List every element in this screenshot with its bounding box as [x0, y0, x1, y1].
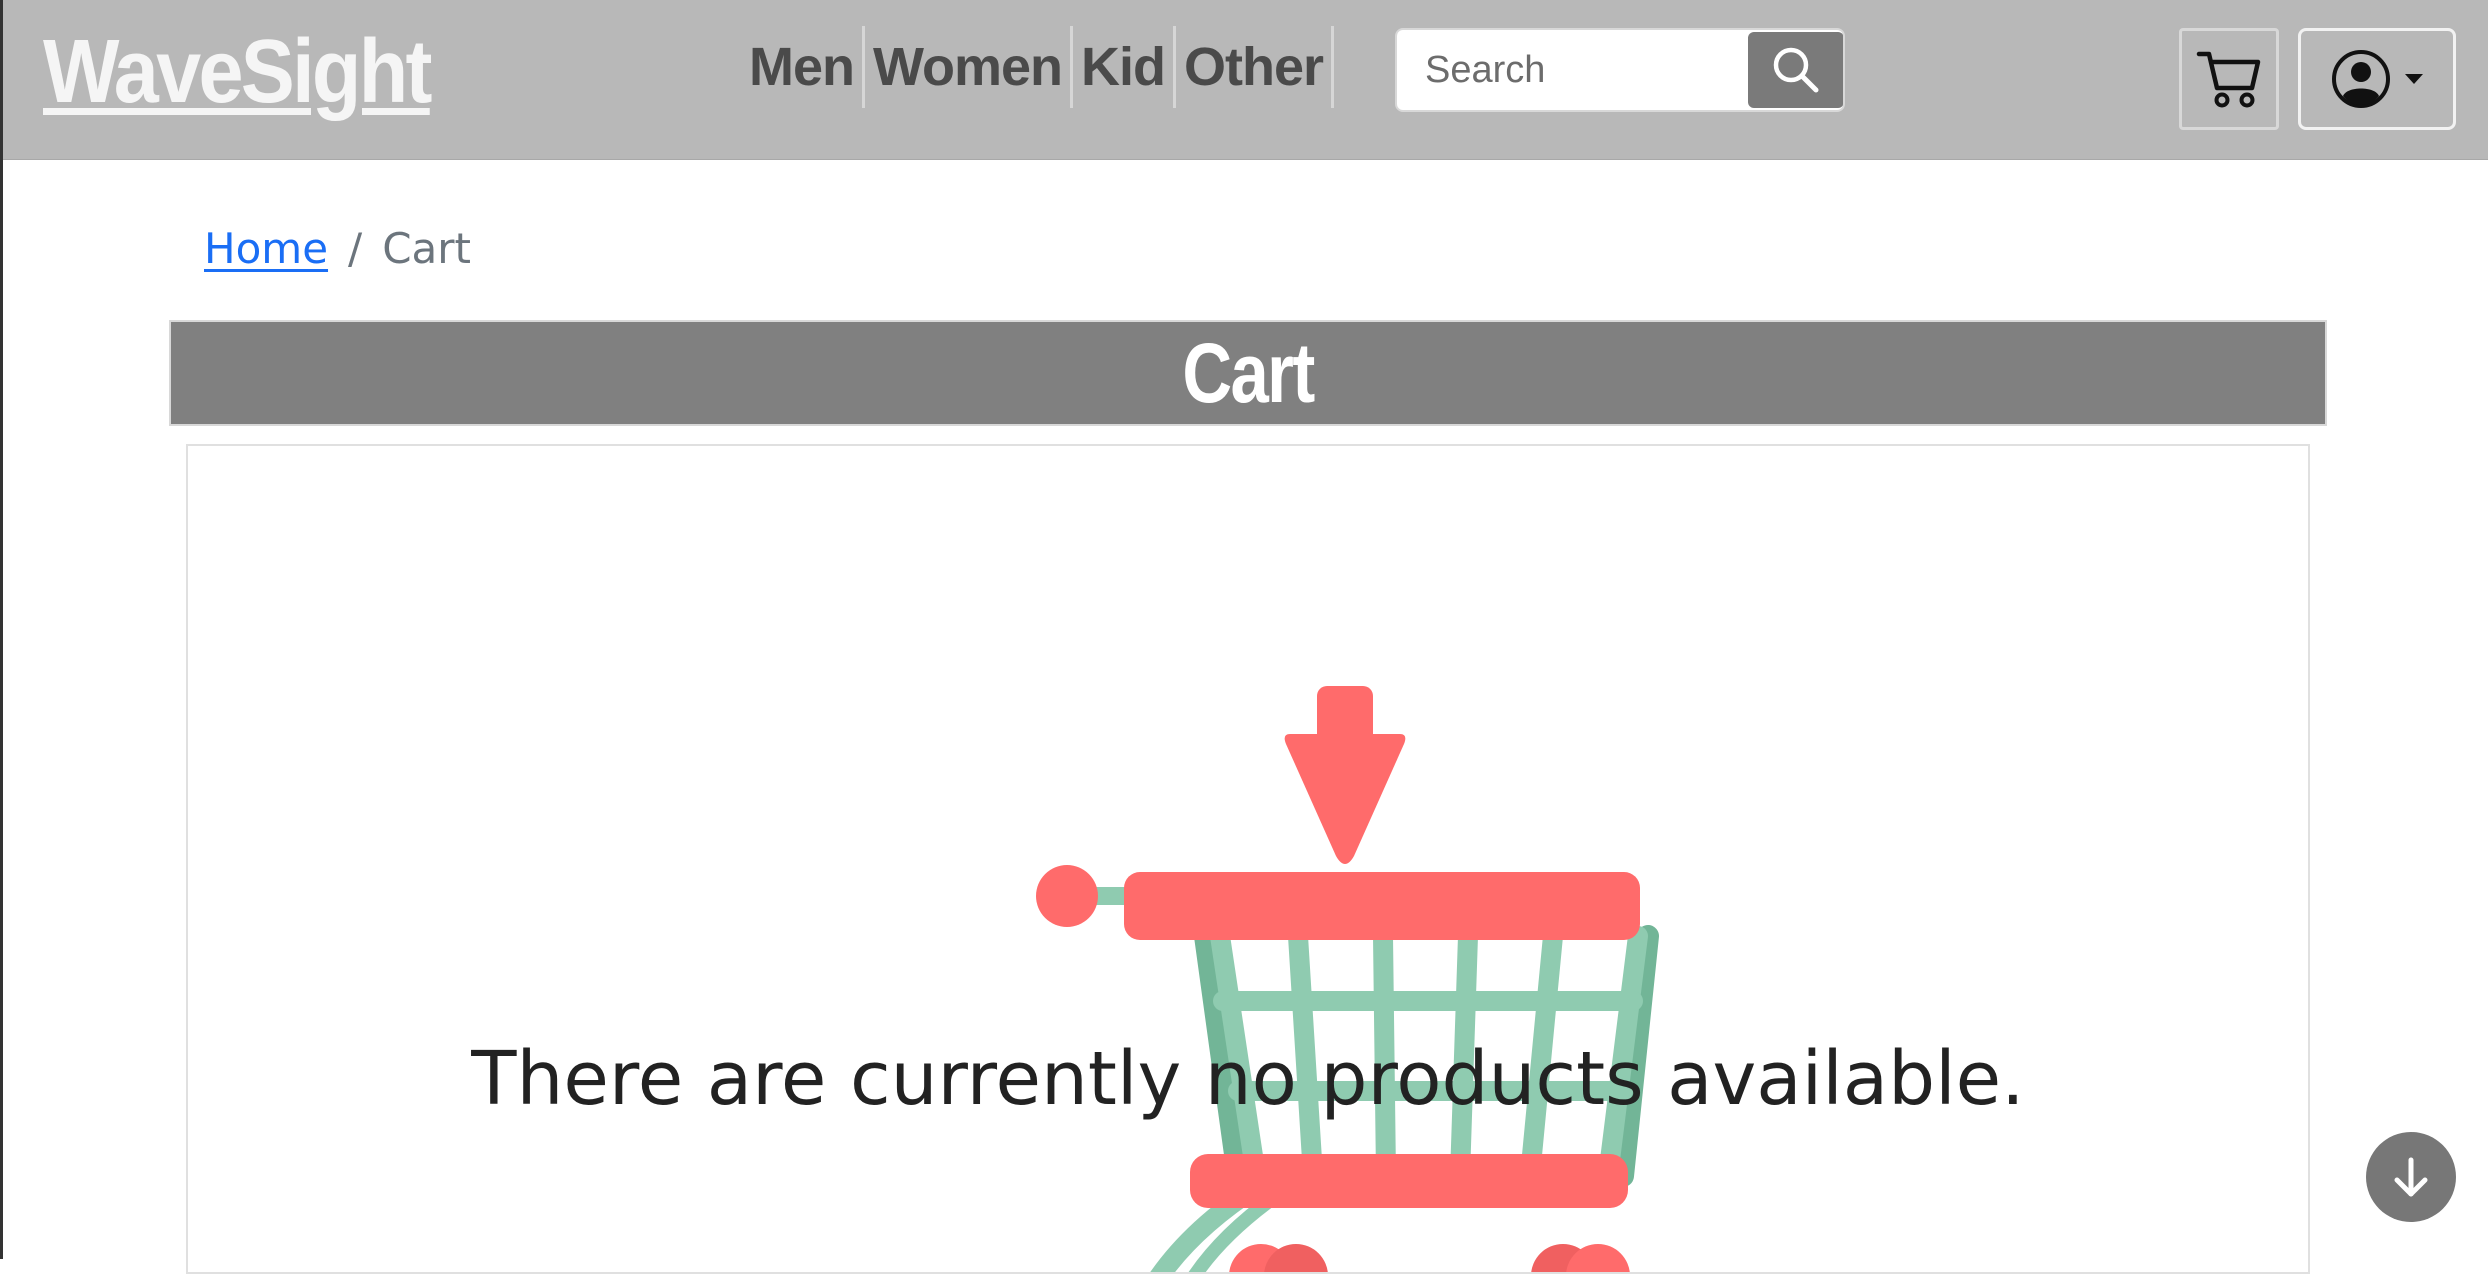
nav-item-men[interactable]: Men [741, 24, 862, 110]
empty-cart-illustration [1036, 686, 1659, 1272]
nav-divider [1331, 26, 1335, 108]
empty-cart-message: There are currently no products availabl… [471, 1036, 2025, 1122]
nav-item-other[interactable]: Other [1176, 24, 1331, 110]
breadcrumb-separator: / [348, 223, 363, 273]
breadcrumb-current: Cart [382, 223, 471, 273]
cart-button[interactable] [2179, 28, 2279, 130]
user-menu-button[interactable] [2298, 28, 2456, 130]
breadcrumb: Home / Cart [204, 218, 471, 278]
arrow-down-icon [2394, 1157, 2428, 1197]
breadcrumb-home-link[interactable]: Home [204, 224, 328, 273]
search-button[interactable] [1748, 32, 1843, 108]
nav-item-kid[interactable]: Kid [1073, 24, 1173, 110]
site-logo[interactable]: WaveSight [43, 22, 432, 122]
search-input[interactable] [1397, 30, 1747, 110]
main-nav: Men Women Kid Other [741, 24, 1335, 110]
site-header: WaveSight Men Women Kid Other [3, 0, 2488, 160]
cart-content-card: There are currently no products availabl… [186, 444, 2310, 1274]
search-form [1395, 28, 1845, 112]
cart-title-bar: Cart [169, 320, 2327, 426]
cart-icon [2196, 51, 2261, 108]
nav-item-women[interactable]: Women [865, 24, 1070, 110]
search-icon [1773, 47, 1819, 93]
person-circle-icon [2332, 50, 2390, 108]
caret-down-icon [2405, 74, 2423, 84]
page-edge [0, 0, 3, 1259]
page-title: Cart [1182, 325, 1315, 420]
scroll-down-button[interactable] [2366, 1132, 2456, 1222]
